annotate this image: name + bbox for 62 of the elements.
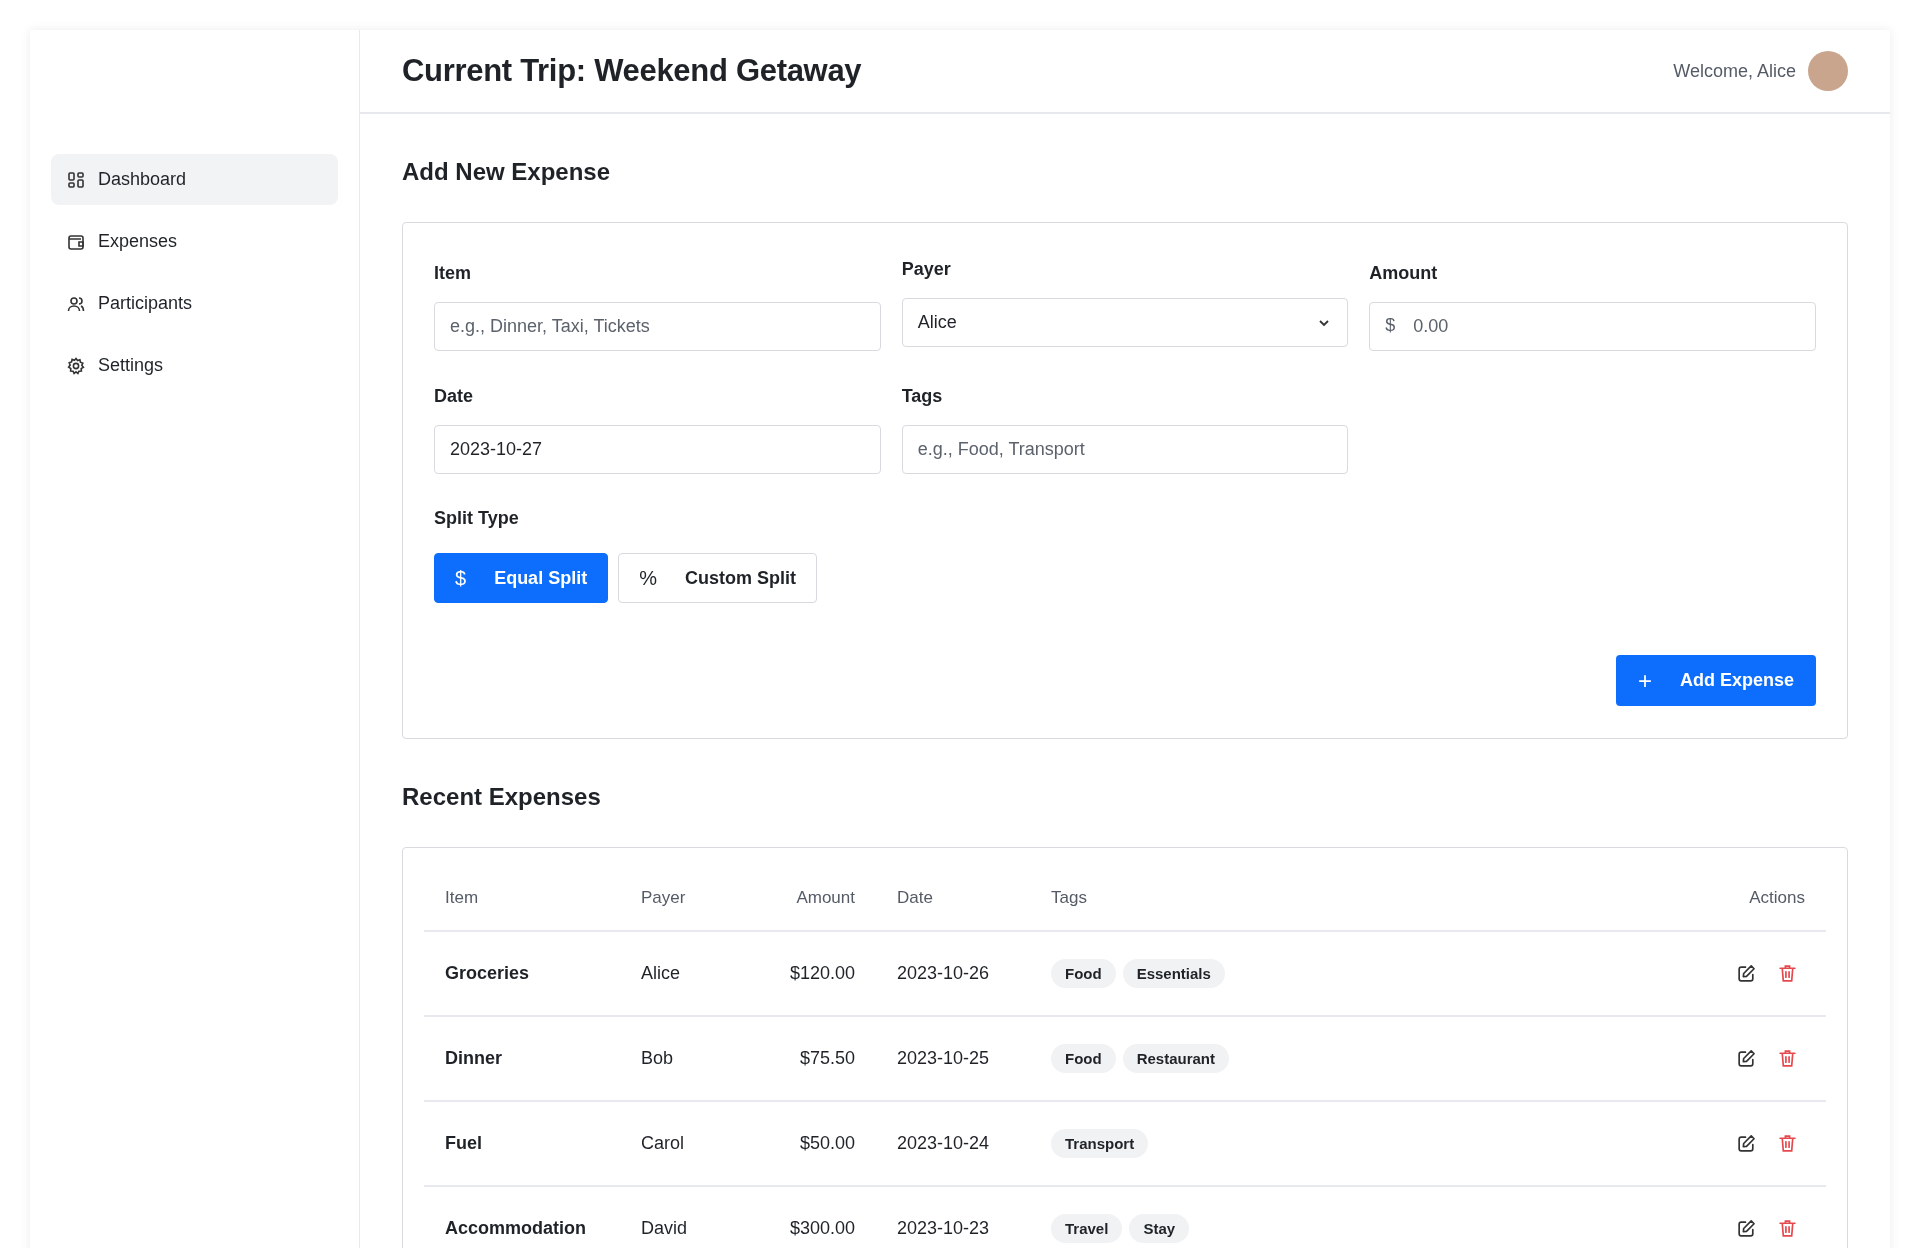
item-input-field[interactable]: e.g., Dinner, Taxi, Tickets: [434, 302, 881, 351]
page-title: Current Trip: Weekend Getaway: [402, 53, 862, 89]
column-header: Amount: [795, 888, 856, 908]
tag: Restaurant: [1122, 1044, 1229, 1073]
table-cell-text: 2023-10-24: [896, 1133, 991, 1154]
table-cell-text: Groceries: [444, 963, 531, 984]
payer-select[interactable]: Alice: [901, 298, 1349, 347]
table-cell-text: Fuel: [444, 1133, 483, 1154]
field-label: Amount: [1369, 263, 1439, 284]
section-title: Add New Expense: [402, 158, 612, 186]
table-cell-text: $300.00: [788, 1218, 856, 1239]
column-header: Item: [444, 888, 480, 908]
grid-icon: [66, 169, 86, 190]
avatar[interactable]: [1808, 51, 1848, 91]
tag: Travel: [1051, 1214, 1123, 1243]
add-expense-button[interactable]: + Add Expense: [1615, 655, 1816, 706]
delete-icon[interactable]: [1777, 1048, 1798, 1069]
table-cell-text: Accommodation: [444, 1218, 587, 1239]
column-header: Tags: [1050, 888, 1088, 908]
split-type-button[interactable]: % Custom Split: [618, 553, 817, 603]
tag: Stay: [1129, 1214, 1190, 1243]
field-label: Item: [434, 263, 472, 284]
column-header: Date: [896, 888, 934, 908]
settings-icon: [66, 355, 86, 376]
date-input-field[interactable]: 2023-10-27: [434, 425, 881, 474]
currency-symbol: $: [1385, 315, 1396, 336]
delete-icon[interactable]: [1777, 1133, 1798, 1154]
field-label: Tags: [901, 386, 944, 407]
welcome-text: Welcome, Alice: [1673, 60, 1796, 82]
field-label: Date: [434, 386, 474, 407]
field-label: Payer: [901, 259, 952, 280]
table-cell-text: $50.00: [798, 1133, 856, 1154]
table-cell-text: 2023-10-26: [896, 963, 991, 984]
sidebar-item[interactable]: Dashboard: [51, 154, 338, 205]
table-cell-text: Bob: [640, 1048, 675, 1069]
column-header: Actions: [1748, 888, 1806, 908]
split-type-button[interactable]: $ Equal Split: [434, 553, 609, 603]
delete-icon[interactable]: [1777, 1218, 1798, 1239]
field-label: Split Type: [434, 508, 520, 529]
edit-icon[interactable]: [1736, 1048, 1757, 1069]
tags-input-field[interactable]: e.g., Food, Transport: [901, 425, 1349, 474]
tag: Food: [1051, 1044, 1116, 1073]
table-cell-text: $75.50: [798, 1048, 856, 1069]
table-cell-text: $120.00: [788, 963, 856, 984]
sidebar-item[interactable]: Expenses: [51, 216, 338, 267]
sidebar-item[interactable]: Settings: [51, 340, 338, 391]
table-cell-text: David: [640, 1218, 689, 1239]
table-cell-text: Alice: [640, 963, 681, 984]
tag: Transport: [1051, 1129, 1149, 1158]
delete-icon[interactable]: [1777, 963, 1798, 984]
table-cell-text: 2023-10-23: [896, 1218, 991, 1239]
edit-icon[interactable]: [1736, 963, 1757, 984]
table-cell-text: 2023-10-25: [896, 1048, 991, 1069]
tag: Food: [1051, 959, 1116, 988]
table-cell-text: Dinner: [444, 1048, 503, 1069]
edit-icon[interactable]: [1736, 1218, 1757, 1239]
edit-icon[interactable]: [1736, 1133, 1757, 1154]
sidebar-item[interactable]: Participants: [51, 278, 338, 329]
tag: Essentials: [1122, 959, 1225, 988]
table-cell-text: Carol: [640, 1133, 685, 1154]
section-title: Recent Expenses: [402, 783, 602, 811]
column-header: Payer: [640, 888, 687, 908]
